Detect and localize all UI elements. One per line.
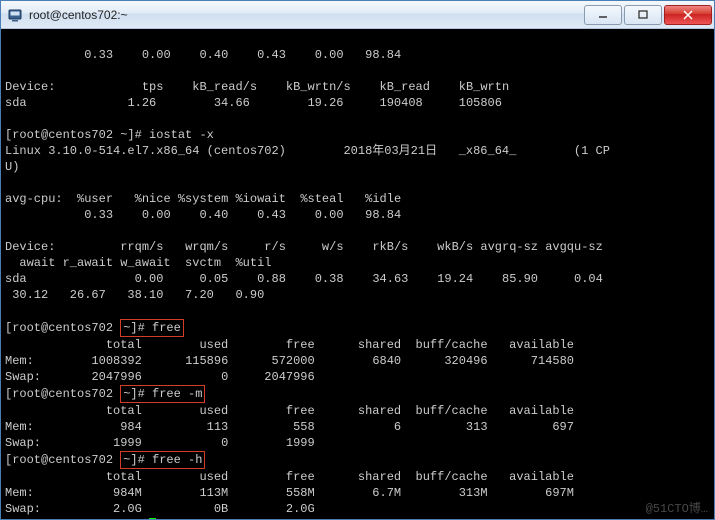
free2-mem: Mem: 984 113 558 6 313 697 [5, 420, 574, 434]
free3-swap: Swap: 2.0G 0B 2.0G [5, 502, 315, 516]
free-header: total used free shared buff/cache availa… [5, 338, 574, 352]
prompt-free: [root@centos702 ~]# free [5, 321, 184, 335]
prompt-free-m: [root@centos702 ~]# free -m [5, 387, 205, 401]
dev2-header2: await r_await w_await svctm %util [5, 256, 271, 270]
close-button[interactable] [664, 5, 712, 25]
watermark: @51CTO博… [646, 501, 708, 517]
terminal[interactable]: 0.33 0.00 0.40 0.43 0.00 98.84 Device: t… [1, 29, 714, 519]
dev2-row2: 30.12 26.67 38.10 7.20 0.90 [5, 288, 264, 302]
minimize-icon [598, 10, 608, 20]
free2-swap: Swap: 1999 0 1999 [5, 436, 315, 450]
maximize-button[interactable] [624, 5, 662, 25]
highlight-free-h: ~]# free -h [120, 451, 205, 469]
putty-icon [7, 7, 23, 23]
avgcpu-row: 0.33 0.00 0.40 0.43 0.00 98.84 [5, 48, 401, 62]
free3-mem: Mem: 984M 113M 558M 6.7M 313M 697M [5, 486, 574, 500]
linux-line2: U) [5, 160, 19, 174]
avgcpu-row2: 0.33 0.00 0.40 0.43 0.00 98.84 [5, 208, 401, 222]
minimize-button[interactable] [584, 5, 622, 25]
highlight-free-m: ~]# free -m [120, 385, 205, 403]
avgcpu-header: avg-cpu: %user %nice %system %iowait %st… [5, 192, 401, 206]
window-title: root@centos702:~ [29, 8, 582, 22]
titlebar[interactable]: root@centos702:~ [1, 1, 714, 29]
dev1-header: Device: tps kB_read/s kB_wrtn/s kB_read … [5, 80, 509, 94]
linux-line: Linux 3.10.0-514.el7.x86_64 (centos702) … [5, 144, 610, 158]
cursor [149, 518, 156, 519]
app-window: root@centos702:~ 0.33 0.00 0.40 0.43 0.0… [0, 0, 715, 520]
free1-swap: Swap: 2047996 0 2047996 [5, 370, 315, 384]
window-buttons [582, 5, 712, 25]
dev2-header1: Device: rrqm/s wrqm/s r/s w/s rkB/s wkB/… [5, 240, 603, 254]
prompt-free-h: [root@centos702 ~]# free -h [5, 453, 205, 467]
maximize-icon [638, 10, 648, 20]
dev1-row: sda 1.26 34.66 19.26 190408 105806 [5, 96, 502, 110]
final-prompt: [root@centos702 ~]# [5, 518, 156, 519]
highlight-free: ~]# free [120, 319, 184, 337]
free1-mem: Mem: 1008392 115896 572000 6840 320496 7… [5, 354, 574, 368]
dev2-row1: sda 0.00 0.05 0.88 0.38 34.63 19.24 85.9… [5, 272, 603, 286]
freem-header: total used free shared buff/cache availa… [5, 404, 574, 418]
close-icon [683, 10, 693, 20]
freeh-header: total used free shared buff/cache availa… [5, 470, 574, 484]
prompt-iostat: [root@centos702 ~]# iostat -x [5, 128, 214, 142]
